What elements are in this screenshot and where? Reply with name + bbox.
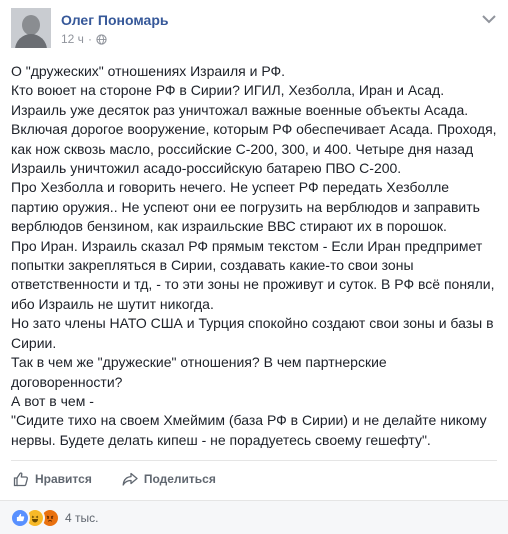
meta-separator: ·	[87, 32, 92, 46]
avatar-shoulders	[15, 34, 47, 48]
post-line: Так в чем же "дружеские" отношения? В че…	[11, 354, 387, 371]
post-line: ибо Израиль не шутит никогда.	[11, 295, 214, 312]
post-text: О "дружеских" отношениях Израиля и РФ. К…	[11, 62, 500, 450]
post-line: партию оружия.. Не успеют они ее погрузи…	[11, 198, 480, 215]
share-label: Поделиться	[143, 472, 216, 486]
post-line: договоренности?	[11, 373, 123, 390]
post-line: О "дружеских" отношениях Израиля и РФ.	[11, 63, 286, 79]
post-line: Про Хезболла и говорить нечего. Не успее…	[11, 179, 450, 196]
post-line: верблюдов бензином, как израильские ВВС …	[11, 218, 447, 235]
reaction-icons	[10, 507, 60, 528]
post-line: "Сидите тихо на своем Хмеймим (база РФ в…	[11, 412, 487, 429]
avatar-head	[22, 15, 40, 35]
post-actions: Нравится Поделиться	[11, 460, 497, 497]
share-arrow-icon	[122, 471, 138, 487]
post-line: Включая дорогое вооружение, которым РФ о…	[11, 121, 497, 138]
author-name[interactable]: Олег Пономарь	[61, 12, 168, 28]
reaction-count[interactable]: 4 тыс.	[65, 511, 98, 525]
share-button[interactable]: Поделиться	[120, 471, 216, 487]
globe-icon[interactable]	[96, 33, 107, 45]
post-meta: 12 ч ·	[61, 32, 107, 46]
post-line: ответственности и тд, - то эти зоны не п…	[11, 276, 495, 293]
like-button[interactable]: Нравится	[11, 471, 92, 487]
post-line: Израиль уничтожил асадо-российскую батар…	[11, 160, 402, 177]
post-line: Израиль уже десяток раз уничтожал важные…	[11, 101, 469, 118]
post-line: попытки закрепляться в Сирии, создавать …	[11, 257, 414, 274]
post-header: Олег Пономарь 12 ч ·	[11, 8, 497, 54]
reactions-bar[interactable]: 4 тыс.	[0, 500, 508, 534]
thumbs-up-icon	[13, 471, 29, 487]
avatar[interactable]	[11, 8, 51, 48]
post-line: как нож сквозь масло, российские С-200, …	[11, 140, 474, 157]
post-line: нервы. Будете делать кипеш - не порадует…	[11, 431, 431, 448]
post-time[interactable]: 12 ч	[61, 32, 84, 46]
chevron-down-icon[interactable]	[481, 14, 497, 26]
post-line: Про Иран. Израиль сказал РФ прямым текст…	[11, 237, 483, 254]
like-label: Нравится	[35, 472, 92, 486]
post-line: Сирии.	[11, 334, 57, 351]
post-line: Кто воюет на стороне РФ в Сирии? ИГИЛ, Х…	[11, 82, 445, 99]
like-reaction-icon	[10, 507, 30, 528]
post-line: А вот в чем -	[11, 392, 94, 409]
post-card: Олег Пономарь 12 ч · О "дружеских" отнош…	[0, 0, 508, 534]
post-line: Но зато члены НАТО США и Турция спокойно…	[11, 315, 494, 332]
